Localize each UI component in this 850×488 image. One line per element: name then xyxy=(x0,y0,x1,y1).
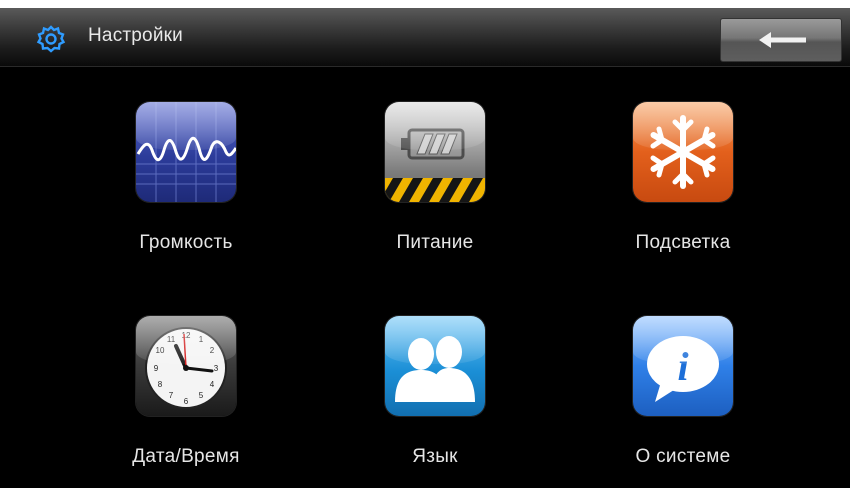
svg-text:i: i xyxy=(677,344,688,389)
back-button[interactable] xyxy=(720,18,842,62)
battery-icon xyxy=(385,102,485,202)
tile-label: О системе xyxy=(635,446,731,467)
svg-text:6: 6 xyxy=(184,397,189,406)
volume-waveform-icon xyxy=(136,102,236,202)
svg-text:5: 5 xyxy=(199,391,204,400)
tile-backlight[interactable]: Подсветка xyxy=(589,102,769,282)
svg-text:12: 12 xyxy=(182,331,191,340)
svg-text:4: 4 xyxy=(210,380,215,389)
tile-label: Дата/Время xyxy=(132,446,240,467)
svg-text:3: 3 xyxy=(214,364,219,373)
tile-date-time[interactable]: 12 1 2 3 45 6 78 9 10 11 Дата/Время xyxy=(92,316,272,488)
info-icon: i xyxy=(633,316,733,416)
clock-icon: 12 1 2 3 45 6 78 9 10 11 xyxy=(136,316,236,416)
svg-text:8: 8 xyxy=(158,380,163,389)
settings-screen: Настройки Громкость Питание Подсветка 12… xyxy=(0,8,850,488)
tile-power[interactable]: Питание xyxy=(341,102,521,282)
svg-text:7: 7 xyxy=(169,391,174,400)
svg-text:9: 9 xyxy=(154,364,159,373)
svg-text:11: 11 xyxy=(167,335,176,344)
snowflake-icon xyxy=(633,102,733,202)
tile-label: Питание xyxy=(396,232,474,253)
back-arrow-icon xyxy=(759,32,806,48)
tile-volume[interactable]: Громкость xyxy=(92,102,272,282)
header-bar: Настройки xyxy=(0,8,850,67)
tile-label: Язык xyxy=(412,446,458,467)
tile-label: Подсветка xyxy=(635,232,731,253)
svg-text:2: 2 xyxy=(210,346,215,355)
svg-text:1: 1 xyxy=(199,335,204,344)
tile-label: Громкость xyxy=(139,232,233,253)
svg-text:10: 10 xyxy=(156,346,165,355)
people-icon xyxy=(385,316,485,416)
page-title: Настройки xyxy=(88,25,183,46)
gear-icon xyxy=(36,25,66,53)
tile-about-system[interactable]: i О системе xyxy=(589,316,769,488)
tile-language[interactable]: Язык xyxy=(341,316,521,488)
